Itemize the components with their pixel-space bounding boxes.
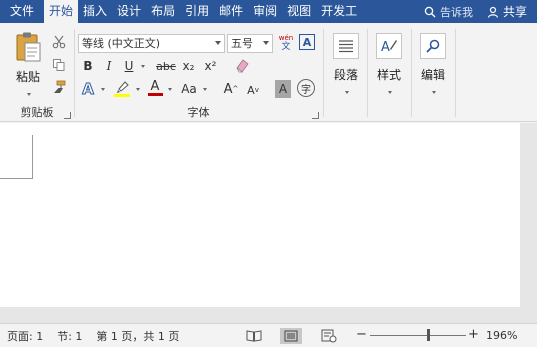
- cut-button[interactable]: [50, 33, 68, 51]
- find-icon: [420, 33, 446, 59]
- document-page[interactable]: [0, 123, 520, 307]
- highlight-button[interactable]: [112, 79, 132, 97]
- change-case-dropdown[interactable]: [199, 80, 209, 98]
- clipboard-group: 粘贴 剪贴板: [0, 23, 74, 122]
- zoom-out-button[interactable]: −: [356, 327, 367, 342]
- font-color-swatch: [147, 93, 163, 96]
- text-effects-button[interactable]: A: [79, 80, 97, 99]
- web-layout-button[interactable]: [318, 328, 340, 344]
- font-color-button[interactable]: A: [146, 79, 164, 97]
- tell-me-box[interactable]: 告诉我: [418, 0, 481, 23]
- editing-label: 编辑: [420, 68, 445, 82]
- phonetic-char: 文: [281, 42, 291, 52]
- status-page-count[interactable]: 第 1 页，共 1 页: [96, 328, 179, 344]
- font-color-dropdown[interactable]: [164, 80, 174, 98]
- share-button[interactable]: 共享: [481, 0, 537, 23]
- subscript-button[interactable]: x₂: [180, 57, 197, 75]
- superscript-button[interactable]: x²: [202, 57, 219, 75]
- font-size-select[interactable]: 五号: [227, 34, 273, 53]
- tab-references[interactable]: 引用: [180, 0, 214, 23]
- print-layout-button[interactable]: [280, 328, 302, 344]
- italic-button[interactable]: I: [101, 57, 117, 75]
- font-color-letter: A: [150, 79, 160, 94]
- vertical-scrollbar[interactable]: [520, 123, 537, 323]
- document-area: [0, 123, 537, 323]
- editing-button[interactable]: 编辑: [413, 33, 453, 103]
- zoom-in-button[interactable]: +: [468, 327, 479, 342]
- font-size-value: 五号: [231, 37, 253, 50]
- clipboard-dialog-launcher[interactable]: [64, 112, 71, 119]
- status-section[interactable]: 节: 1: [57, 328, 82, 344]
- font-name-value: 等线 (中文正文): [82, 37, 161, 50]
- page-margin-marker: [0, 135, 33, 179]
- underline-button[interactable]: U: [121, 57, 137, 75]
- paragraph-dropdown-arrow: [345, 91, 349, 94]
- tab-review[interactable]: 审阅: [248, 0, 282, 23]
- highlight-dropdown[interactable]: [132, 80, 142, 98]
- svg-text:A: A: [381, 40, 390, 55]
- search-icon: [424, 6, 436, 17]
- paragraph-icon: [333, 33, 359, 59]
- font-group: 等线 (中文正文) 五号 wén 文 A B I U abc x₂ x² A A…: [75, 23, 322, 122]
- editing-dropdown-arrow: [432, 91, 436, 94]
- shrink-font-button[interactable]: Av: [245, 81, 261, 99]
- tab-design[interactable]: 设计: [112, 0, 146, 23]
- styles-button[interactable]: A 样式: [369, 33, 409, 103]
- tab-mailings[interactable]: 邮件: [214, 0, 248, 23]
- paste-label: 粘贴: [15, 70, 40, 84]
- tab-layout[interactable]: 布局: [146, 0, 180, 23]
- character-shading-button[interactable]: A: [275, 80, 291, 98]
- underline-dropdown[interactable]: [137, 57, 147, 75]
- format-painter-button[interactable]: [50, 78, 68, 96]
- zoom-slider-track[interactable]: [370, 335, 466, 336]
- grow-font-button[interactable]: A ^: [223, 80, 239, 98]
- enclose-characters-button[interactable]: 字: [297, 79, 315, 97]
- font-dialog-launcher[interactable]: [312, 112, 319, 119]
- font-size-arrow: [263, 41, 269, 45]
- tab-home[interactable]: 开始: [44, 0, 79, 23]
- tab-file[interactable]: 文件: [0, 0, 44, 23]
- highlighter-icon: [114, 81, 130, 97]
- tab-developer[interactable]: 开发工: [316, 0, 362, 23]
- copy-button[interactable]: [50, 56, 68, 74]
- styles-label: 样式: [376, 68, 401, 82]
- phonetic-guide-button[interactable]: wén 文: [276, 32, 296, 54]
- scissors-icon: [52, 35, 66, 49]
- text-effects-dropdown[interactable]: [97, 80, 107, 98]
- zoom-slider-thumb[interactable]: [426, 329, 430, 341]
- read-mode-button[interactable]: [243, 328, 265, 344]
- bold-button[interactable]: B: [79, 57, 97, 75]
- tab-insert[interactable]: 插入: [78, 0, 112, 23]
- clipboard-paste-icon: [16, 32, 41, 62]
- paragraph-button[interactable]: 段落: [326, 33, 366, 103]
- character-border-button[interactable]: A: [299, 34, 315, 50]
- share-label: 共享: [502, 5, 527, 19]
- paste-button[interactable]: 粘贴: [10, 31, 46, 96]
- styles-icon: A: [376, 33, 402, 59]
- paragraph-label: 段落: [333, 68, 358, 82]
- page-layout-icon: [284, 330, 298, 342]
- eraser-icon: [236, 59, 249, 73]
- status-bar: 页面: 1 节: 1 第 1 页，共 1 页 − + 196%: [0, 323, 537, 347]
- tab-view[interactable]: 视图: [282, 0, 316, 23]
- copy-icon: [53, 59, 65, 71]
- font-name-arrow: [215, 41, 221, 45]
- book-icon: [246, 330, 262, 342]
- clipboard-group-label: 剪贴板: [20, 106, 54, 119]
- status-page[interactable]: 页面: 1: [7, 328, 43, 344]
- ribbon-tab-bar: 文件 开始 插入 设计 布局 引用 邮件 审阅 视图 开发工 告诉我 共享: [0, 0, 537, 23]
- zoom-level[interactable]: 196%: [486, 329, 517, 342]
- person-icon: [487, 6, 499, 18]
- web-layout-icon: [321, 329, 337, 343]
- ribbon: 粘贴 剪贴板 等线 (中文正文) 五号 wén 文 A B I U abc x₂…: [0, 23, 537, 122]
- styles-dropdown-arrow: [388, 91, 392, 94]
- change-case-button[interactable]: Aa: [179, 80, 199, 98]
- font-name-select[interactable]: 等线 (中文正文): [78, 34, 225, 53]
- clear-formatting-button[interactable]: [232, 56, 252, 74]
- strikethrough-button[interactable]: abc: [155, 57, 177, 75]
- tell-me-label: 告诉我: [439, 5, 473, 19]
- paste-dropdown-arrow[interactable]: [27, 93, 31, 96]
- font-group-label: 字体: [187, 106, 210, 119]
- format-painter-icon: [54, 80, 66, 93]
